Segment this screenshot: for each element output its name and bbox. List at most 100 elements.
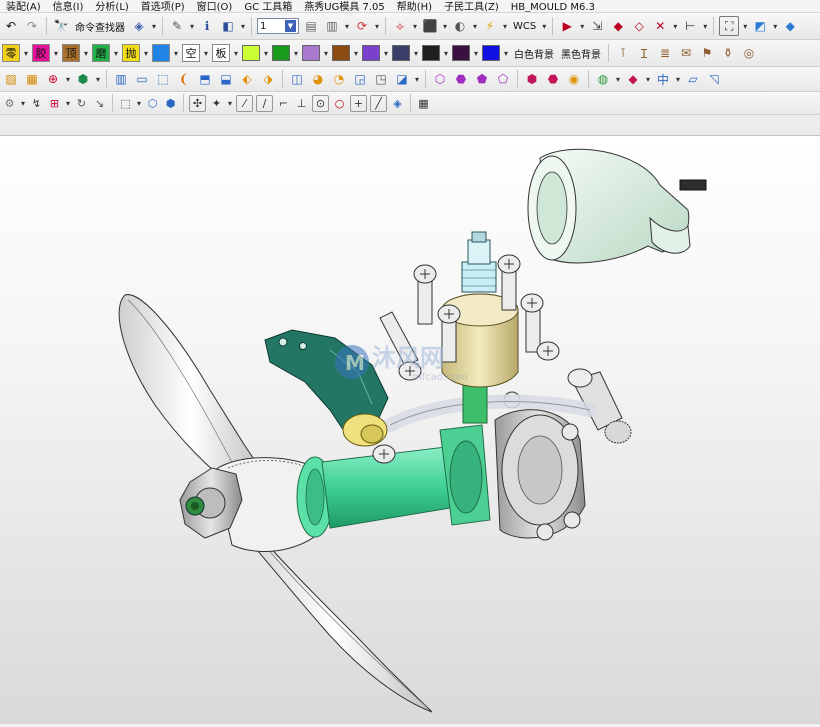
redo-icon[interactable]: ↷ [23,17,41,35]
chevron-down-icon[interactable]: ▾ [443,49,449,58]
chevron-down-icon[interactable]: ▾ [113,49,119,58]
white-background-button[interactable]: 白色背景 [512,46,556,61]
bounded-plane-icon[interactable]: ⬠ [494,70,512,88]
category-color-chip[interactable] [152,44,170,62]
graphics-window[interactable]: M 沐风网 mfcad.com [0,136,820,724]
pattern-icon[interactable]: ⬖ [238,70,256,88]
chevron-down-icon[interactable]: ▾ [53,49,59,58]
category-color-chip[interactable]: 零 [2,44,20,62]
category-color-chip[interactable]: 空 [182,44,200,62]
color-swatch[interactable] [452,45,470,61]
shade-icon[interactable]: ◐ [451,17,469,35]
i-beam-icon[interactable]: Ｉ [635,44,653,62]
muffler-bolt[interactable] [679,179,707,191]
color-swatch[interactable] [272,45,290,61]
color-swatch[interactable] [422,45,440,61]
chevron-down-icon[interactable]: ▾ [293,49,299,58]
component-add-icon[interactable]: ⬢ [74,70,92,88]
measure-distance-icon[interactable]: ⊢ [681,17,699,35]
menu-item[interactable]: 帮助(H) [391,3,438,13]
rotate-icon[interactable]: ↻ [74,96,89,111]
body-icon[interactable]: ⬢ [163,96,178,111]
propeller-lower-blade[interactable] [236,527,433,713]
quadrant-icon[interactable]: ○ [332,96,347,111]
category-color-chip[interactable]: 板 [212,44,230,62]
fit-view-icon[interactable]: ⛶ [719,16,740,36]
model-view[interactable]: M 沐风网 mfcad.com [0,136,820,724]
point-on-curve-icon[interactable]: ╱ [370,94,387,112]
offset-face-icon[interactable]: ⬢ [523,70,541,88]
bottle-icon[interactable]: ⚱ [719,44,737,62]
chevron-down-icon[interactable]: ▾ [233,49,239,58]
mid-point-icon[interactable]: ∕ [256,94,273,112]
category-color-chip[interactable]: 抛 [122,44,140,62]
color-swatch[interactable] [302,45,320,61]
menu-item[interactable]: 子民工具(Z) [438,3,505,13]
menu-item[interactable]: 装配(A) [0,3,47,13]
snap-view-icon[interactable]: ▶ [558,17,576,35]
connecting-post[interactable] [462,384,488,424]
existing-point-icon[interactable]: + [350,94,367,112]
category-color-chip[interactable]: 胶 [32,44,50,62]
menu-item[interactable]: 窗口(O) [191,3,239,13]
menu-item[interactable]: HB_MOULD M6.3 [505,3,601,13]
delete-face-icon[interactable]: ◉ [565,70,583,88]
snap-multi-icon[interactable]: ✦ [209,96,224,111]
carburetor-gear[interactable] [604,420,632,444]
select-feature-icon[interactable]: ⇲ [588,17,606,35]
sketch-icon[interactable]: ▱ [684,70,702,88]
info-icon[interactable]: ℹ [198,17,216,35]
object-display-icon[interactable]: ◧ [219,17,237,35]
layer-settings-icon[interactable]: ▤ [302,17,320,35]
move-icon[interactable]: ↯ [29,96,44,111]
ruler-icon[interactable]: ⊺ [614,44,632,62]
analysis-icon[interactable]: ◍ [594,70,612,88]
chevron-down-icon[interactable]: ▾ [203,49,209,58]
color-swatch[interactable] [392,45,410,61]
color-swatch[interactable] [332,45,350,61]
menu-item[interactable]: 燕秀UG模具 7.05 [298,3,391,13]
section-icon[interactable]: ◆ [624,70,642,88]
color-swatch[interactable] [242,45,260,61]
category-color-chip[interactable]: 顶 [62,44,80,62]
command-finder-button[interactable]: 命令查找器 [73,19,127,34]
work-layer-select[interactable]: 1 ▼ [257,18,299,34]
edit-object-icon[interactable]: ✎ [168,17,186,35]
blend-icon[interactable]: ◕ [309,70,327,88]
box-icon[interactable]: ▦ [23,70,41,88]
revolve-icon[interactable]: ⬓ [217,70,235,88]
layer-group-icon[interactable]: ▨ [2,70,20,88]
solid-cube-icon[interactable]: ⬛ [421,17,439,35]
arc-center-icon[interactable]: ⊙ [312,94,329,112]
chevron-down-icon[interactable]: ▾ [23,49,29,58]
chevron-down-icon[interactable]: ▾ [473,49,479,58]
menu-item[interactable]: 分析(L) [89,3,134,13]
swept-icon[interactable]: ⬟ [473,70,491,88]
chevron-down-icon[interactable]: ▾ [263,49,269,58]
flame-icon[interactable]: ❨ [175,70,193,88]
curve-icon[interactable]: ◹ [705,70,723,88]
chevron-down-icon[interactable]: ▾ [383,49,389,58]
datum-plane-icon[interactable]: 中 [654,70,672,88]
surface-icon[interactable]: ⬡ [431,70,449,88]
select-edge-icon[interactable]: ✕ [651,17,669,35]
envelope-icon[interactable]: ✉ [677,44,695,62]
filter-icon[interactable]: ⚙ [2,96,17,111]
point-on-face-icon[interactable]: ◈ [390,96,405,111]
rectangle-select-icon[interactable]: ⬚ [118,96,133,111]
extrude-icon[interactable]: ⬒ [196,70,214,88]
snap-grid-icon[interactable]: ▦ [416,96,431,111]
select-face-icon[interactable]: ◇ [630,17,648,35]
selection-filter-icon[interactable]: ◈ [130,17,148,35]
chevron-down-icon[interactable]: ▾ [353,49,359,58]
wcs-button[interactable]: WCS [511,21,538,32]
select-body-icon[interactable]: ◆ [609,17,627,35]
control-point-icon[interactable]: ⌐ [276,96,291,111]
glow-plug[interactable] [461,261,497,293]
undo-icon[interactable]: ↶ [2,17,20,35]
component-icon[interactable]: ⬡ [145,96,160,111]
book-icon[interactable]: ▥ [112,70,130,88]
chevron-down-icon[interactable]: ▾ [83,49,89,58]
hide-icon[interactable]: ↘ [92,96,107,111]
menu-item[interactable]: 信息(I) [47,3,90,13]
